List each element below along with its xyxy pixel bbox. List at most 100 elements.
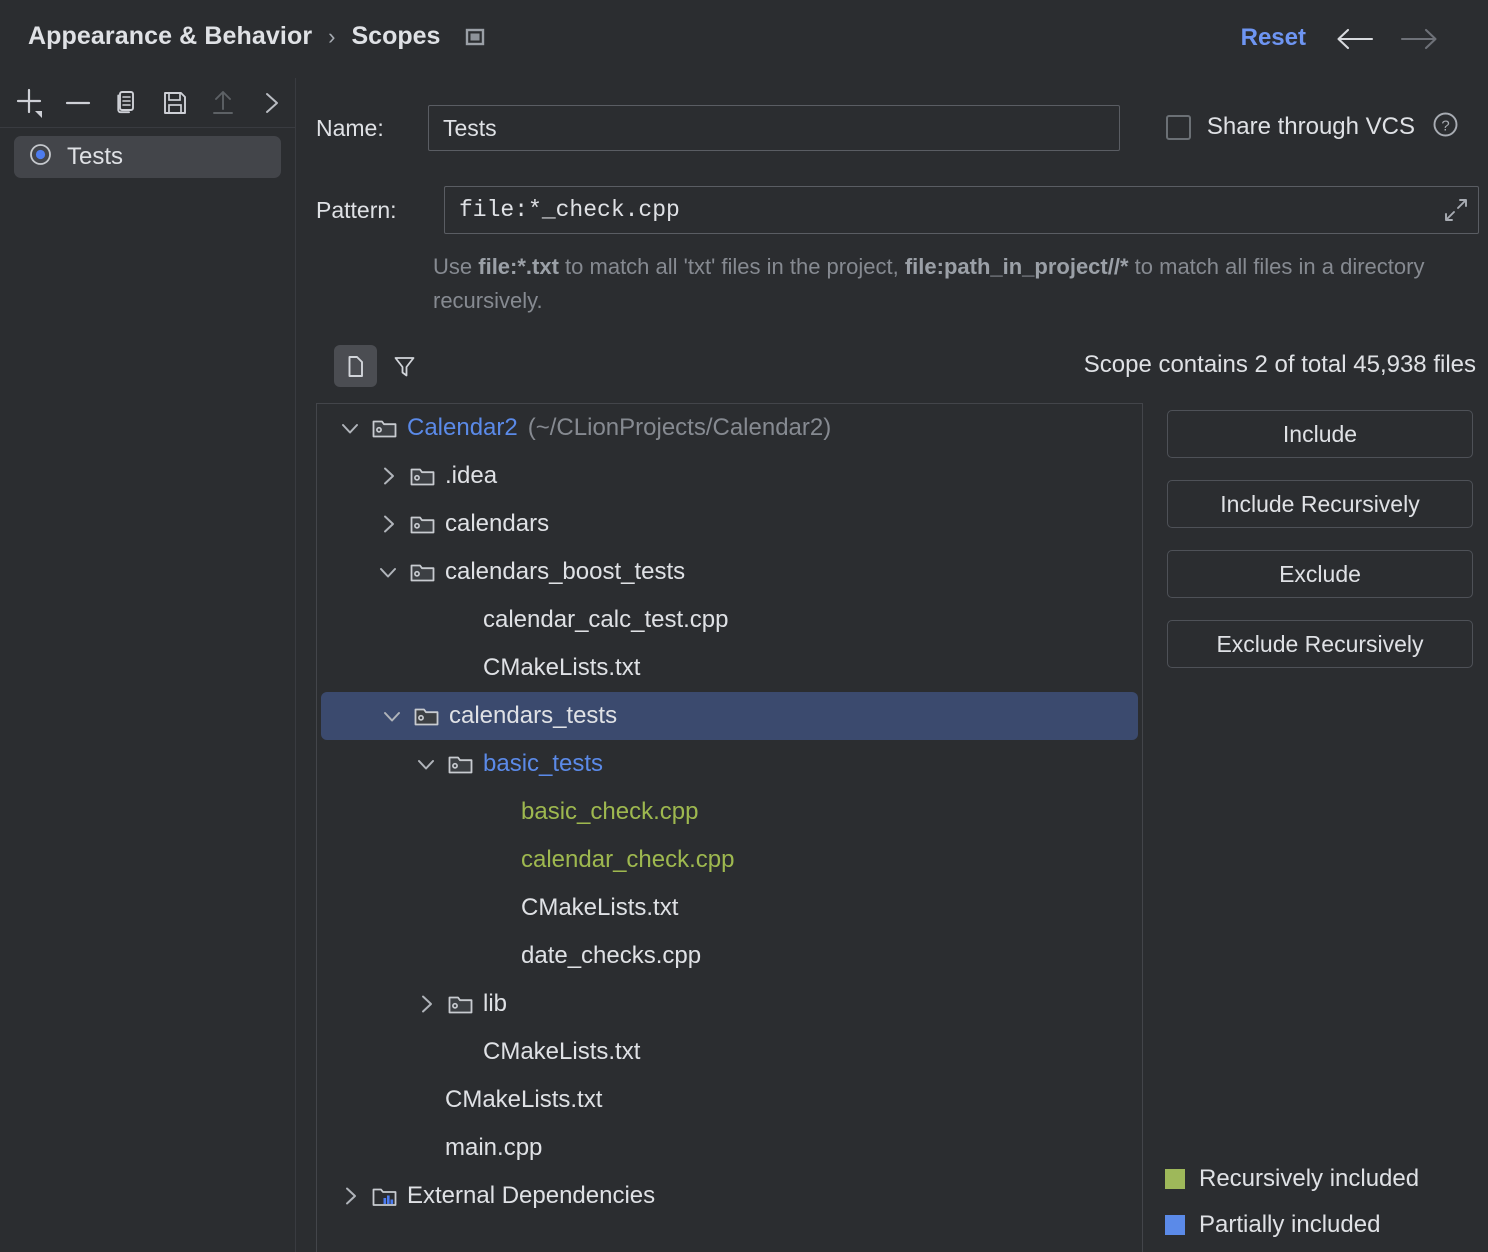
tree-row[interactable]: main.cpp: [317, 1124, 1142, 1172]
share-scope-button: [199, 81, 247, 125]
tree-row-path: (~/CLionProjects/Calendar2): [527, 414, 832, 441]
name-input[interactable]: [428, 105, 1120, 151]
tree-row[interactable]: calendar_check.cpp: [317, 836, 1142, 884]
filter-button[interactable]: [383, 345, 426, 387]
tree-row-label: CMakeLists.txt: [445, 1086, 603, 1113]
tree-row[interactable]: CMakeLists.txt: [317, 644, 1142, 692]
include-button[interactable]: Include: [1167, 410, 1473, 458]
name-label: Name:: [316, 114, 384, 141]
tree-row[interactable]: basic_check.cpp: [317, 788, 1142, 836]
include-recursively-button[interactable]: Include Recursively: [1167, 480, 1473, 528]
breadcrumb: Appearance & Behavior › Scopes: [28, 22, 486, 51]
arrow-left-icon[interactable]: [1334, 26, 1374, 57]
tree-row-label: basic_check.cpp: [521, 798, 699, 825]
tree-row[interactable]: .idea: [317, 452, 1142, 500]
tree-row[interactable]: calendars_tests: [321, 692, 1138, 740]
sidebar-item-label: Tests: [67, 143, 124, 170]
scope-circle-icon: [28, 142, 53, 172]
add-scope-button[interactable]: [6, 81, 54, 125]
tree-row-label: .idea: [445, 462, 498, 489]
reset-button[interactable]: Reset: [1241, 24, 1306, 52]
tree-row-label: calendar_calc_test.cpp: [483, 606, 729, 633]
share-vcs-row: Share through VCS ?: [1165, 110, 1460, 144]
chevron-right-icon[interactable]: [371, 512, 405, 536]
tree-row-label: External Dependencies: [407, 1182, 656, 1209]
legend-item: Recursively included: [1165, 1156, 1419, 1202]
expand-diagonal-icon[interactable]: [1439, 193, 1473, 227]
project-file-tree[interactable]: Calendar2 (~/CLionProjects/Calendar2) .ide…: [316, 403, 1143, 1252]
chevron-down-icon[interactable]: [375, 704, 409, 728]
pattern-input[interactable]: [444, 186, 1479, 234]
tree-row[interactable]: calendars_boost_tests: [317, 548, 1142, 596]
pattern-hint-part-0: Use: [433, 254, 479, 279]
question-circle-icon[interactable]: ?: [1431, 110, 1460, 144]
legend-color-swatch: [1165, 1169, 1185, 1189]
tree-row[interactable]: calendars: [317, 500, 1142, 548]
tree-row-label: calendar_check.cpp: [521, 846, 735, 873]
tree-row[interactable]: Calendar2 (~/CLionProjects/Calendar2): [317, 404, 1142, 452]
sidebar-item-tests[interactable]: Tests: [14, 136, 281, 178]
breadcrumb-root[interactable]: Appearance & Behavior: [28, 22, 312, 51]
module-folder-icon: [367, 415, 401, 442]
chevron-down-icon[interactable]: [333, 416, 367, 440]
chevron-right-icon[interactable]: [371, 464, 405, 488]
module-folder-icon: [443, 991, 477, 1018]
save-scope-button[interactable]: [151, 81, 199, 125]
breadcrumb-separator: ›: [328, 23, 336, 49]
module-folder-icon: [405, 463, 439, 490]
pattern-hint: Use file:*.txt to match all 'txt' files …: [433, 250, 1473, 318]
legend-label: Recursively included: [1199, 1165, 1420, 1192]
tree-legend: Recursively included Partially included: [1165, 1156, 1419, 1248]
module-folder-icon: [405, 559, 439, 586]
tree-row-label: calendars_tests: [449, 702, 618, 729]
tree-row[interactable]: CMakeLists.txt: [317, 884, 1142, 932]
flatten-packages-toggle[interactable]: [334, 345, 377, 387]
page-title: Scopes: [351, 22, 441, 50]
chevron-right-icon[interactable]: [409, 992, 443, 1016]
tree-row[interactable]: calendar_calc_test.cpp: [317, 596, 1142, 644]
page-header: Appearance & Behavior › Scopes Reset: [0, 0, 1488, 78]
legend-label: Partially included: [1199, 1211, 1381, 1238]
expand-toolbar-button[interactable]: [247, 81, 295, 125]
pattern-hint-part-2: to match all 'txt' files in the project,: [558, 254, 905, 279]
tree-row[interactable]: CMakeLists.txt: [317, 1076, 1142, 1124]
name-field-row: Name:: [316, 105, 1120, 151]
tree-row-label: lib: [483, 990, 508, 1017]
module-folder-icon: [409, 703, 443, 730]
tree-row-label: basic_tests: [483, 750, 604, 777]
tree-row[interactable]: basic_tests: [317, 740, 1142, 788]
chevron-right-icon[interactable]: [333, 1184, 367, 1208]
share-vcs-checkbox[interactable]: [1165, 114, 1191, 140]
duplicate-scope-button[interactable]: [102, 81, 150, 125]
exclude-button[interactable]: Exclude: [1167, 550, 1473, 598]
tree-row-label: date_checks.cpp: [521, 942, 702, 969]
pattern-field-row: Pattern:: [316, 186, 1479, 234]
library-folder-icon: [367, 1183, 401, 1210]
tree-row-label: main.cpp: [445, 1134, 543, 1161]
tree-row[interactable]: CMakeLists.txt: [317, 1028, 1142, 1076]
scope-action-buttons: Include Include Recursively Exclude Exclude…: [1167, 410, 1473, 690]
tree-row-label: CMakeLists.txt: [483, 654, 641, 681]
legend-color-swatch: [1165, 1215, 1185, 1235]
chevron-down-icon[interactable]: [371, 560, 405, 584]
scopes-list: Tests: [0, 128, 295, 178]
tree-row-label: CMakeLists.txt: [521, 894, 679, 921]
history-navigation: [1334, 26, 1440, 57]
scopes-settings-page: Appearance & Behavior › Scopes Reset Tes…: [0, 0, 1488, 1252]
scopes-toolbar: [0, 78, 295, 128]
svg-text:?: ?: [1441, 118, 1449, 135]
chevron-down-icon[interactable]: [409, 752, 443, 776]
tree-row-label: calendars_boost_tests: [445, 558, 686, 585]
exclude-recursively-button[interactable]: Exclude Recursively: [1167, 620, 1473, 668]
remove-scope-button[interactable]: [54, 81, 102, 125]
legend-item: Partially included: [1165, 1202, 1419, 1248]
tree-row[interactable]: lib: [317, 980, 1142, 1028]
tree-row-label: Calendar2: [407, 414, 518, 441]
scopes-sidebar: Tests: [0, 78, 296, 1252]
tree-row[interactable]: External Dependencies: [317, 1172, 1142, 1220]
module-folder-icon: [405, 511, 439, 538]
arrow-right-icon: [1400, 26, 1440, 57]
tree-row[interactable]: date_checks.cpp: [317, 932, 1142, 980]
panel-square-icon[interactable]: [464, 26, 486, 48]
pattern-label: Pattern:: [316, 196, 397, 223]
